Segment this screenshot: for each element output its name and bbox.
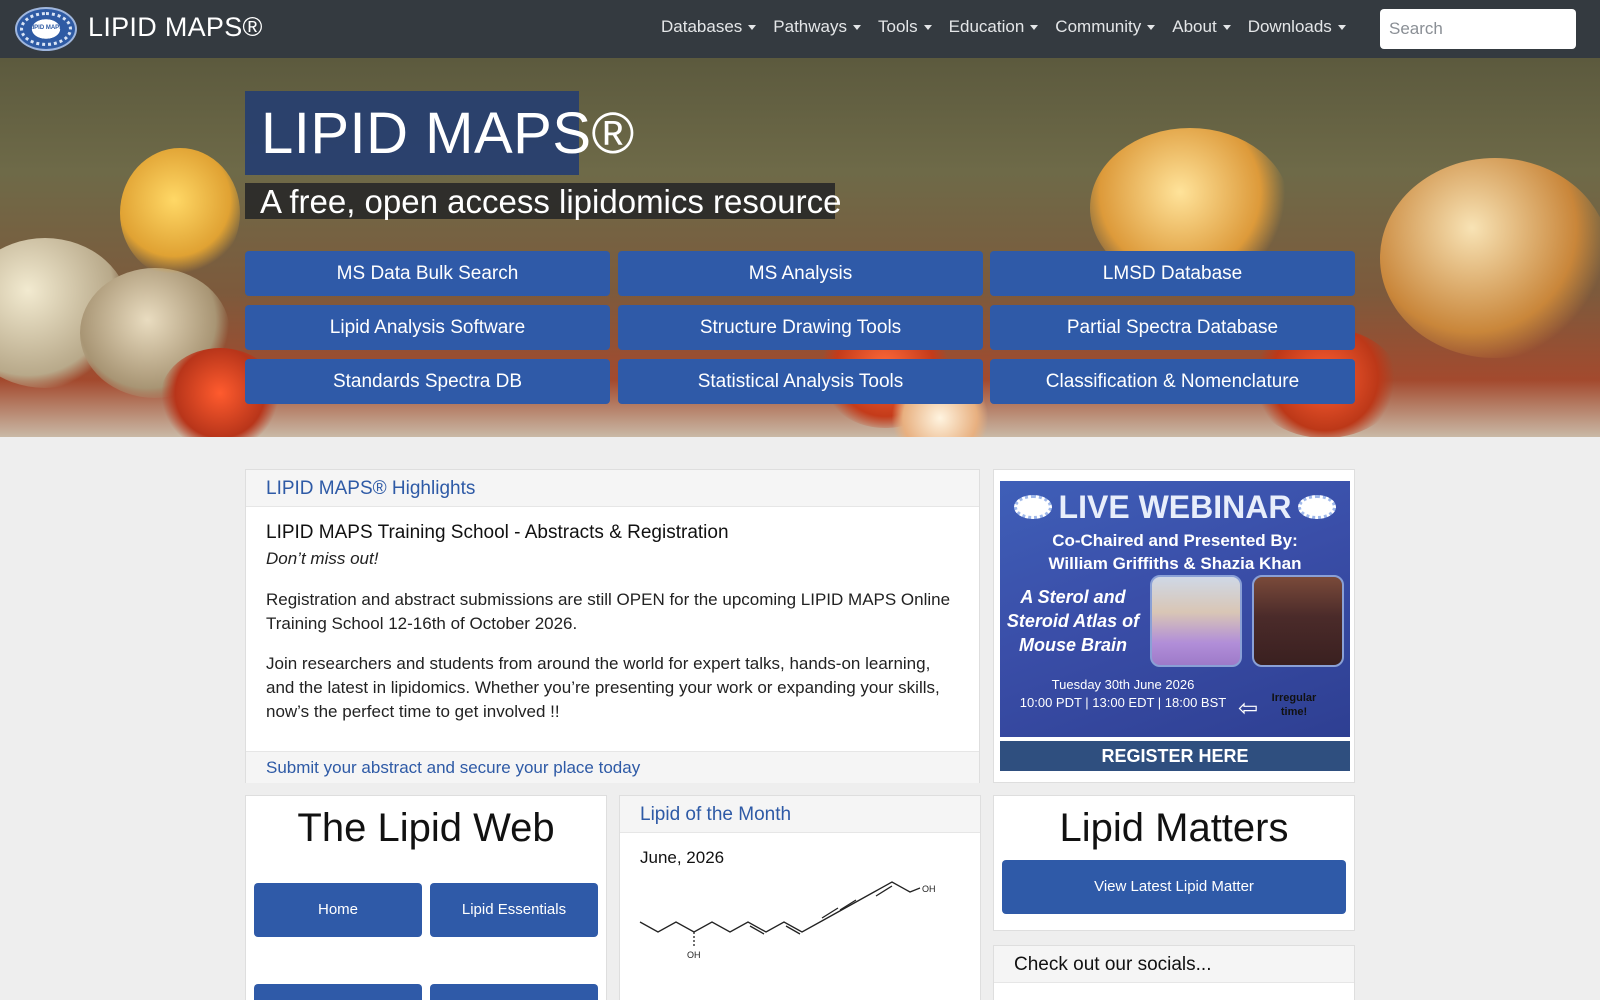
search-input[interactable] xyxy=(1380,9,1576,49)
view-latest-lipid-matter-button[interactable]: View Latest Lipid Matter xyxy=(1002,860,1346,914)
webinar-title: LIVE WEBINAR xyxy=(1058,489,1292,525)
lipid-of-month-date: June, 2026 xyxy=(640,848,725,867)
classification-nomenclature-button[interactable]: Classification & Nomenclature xyxy=(990,359,1355,404)
lipid-web-button[interactable] xyxy=(430,984,598,1000)
webinar-cochair: Co-Chaired and Presented By: William Gri… xyxy=(1000,529,1350,575)
lipid-structure-diagram[interactable]: OH OH xyxy=(638,878,938,968)
highlights-card: LIPID MAPS® Highlights LIPID MAPS Traini… xyxy=(245,469,980,783)
nav-tools-dropdown[interactable]: Tools xyxy=(878,17,932,37)
hero-bg-blob xyxy=(120,148,240,278)
hero-subtitle-box: A free, open access lipidomics resource xyxy=(245,183,841,220)
webinar-times: 10:00 PDT | 13:00 EDT | 18:00 BST xyxy=(1019,695,1227,710)
triple-bond xyxy=(839,899,857,911)
register-here-button[interactable]: REGISTER HERE xyxy=(1000,741,1350,771)
highlight-paragraph: Join researchers and students from aroun… xyxy=(266,654,940,721)
nav-databases-dropdown[interactable]: Databases xyxy=(661,17,757,37)
ms-analysis-button[interactable]: MS Analysis xyxy=(618,251,983,296)
structure-drawing-tools-button[interactable]: Structure Drawing Tools xyxy=(618,305,983,350)
lipid-web-card: The Lipid Web Home Lipid Essentials xyxy=(245,795,607,1000)
submit-abstract-link[interactable]: Submit your abstract and secure your pla… xyxy=(246,751,979,783)
socials-header: Check out our socials... xyxy=(994,946,1354,983)
socials-card: Check out our socials... xyxy=(993,945,1355,1000)
nav-label: Pathways xyxy=(773,17,847,36)
highlight-title: LIPID MAPS Training School - Abstracts &… xyxy=(266,522,729,543)
lipid-essentials-button[interactable]: Lipid Essentials xyxy=(430,883,598,937)
caret-down-icon xyxy=(748,25,757,31)
lipid-web-title: The Lipid Web xyxy=(297,806,555,850)
statistical-analysis-tools-button[interactable]: Statistical Analysis Tools xyxy=(618,359,983,404)
ms-data-bulk-search-button[interactable]: MS Data Bulk Search xyxy=(245,251,610,296)
partial-spectra-database-button[interactable]: Partial Spectra Database xyxy=(990,305,1355,350)
nav-label: Databases xyxy=(661,17,743,36)
top-navbar: LIPID MAPS LIPID MAPS® Databases Pathway… xyxy=(0,0,1600,58)
hero-banner: LIPID MAPS® A free, open access lipidomi… xyxy=(0,58,1600,437)
lipid-web-button[interactable] xyxy=(254,984,422,1000)
lipid-web-home-button[interactable]: Home xyxy=(254,883,422,937)
webinar-presenters: William Griffiths & Shazia Khan xyxy=(1048,554,1302,573)
caret-down-icon xyxy=(852,25,861,31)
caret-down-icon xyxy=(1337,25,1346,31)
lipid-of-the-month-card: Lipid of the Month June, 2026 OH OH xyxy=(619,795,981,1000)
webinar-cochair-line: Co-Chaired and Presented By: xyxy=(1052,531,1298,550)
lmsd-database-button[interactable]: LMSD Database xyxy=(990,251,1355,296)
nav-label: Education xyxy=(948,17,1025,36)
hydroxyl-label: OH xyxy=(687,950,701,960)
webinar-date: Tuesday 30th June 2026 xyxy=(1051,677,1195,692)
lipid-of-month-header: Lipid of the Month xyxy=(620,796,980,833)
nav-education-dropdown[interactable]: Education xyxy=(949,17,1039,37)
nav-downloads-dropdown[interactable]: Downloads xyxy=(1248,17,1346,37)
webinar-topic: A Sterol and Steroid Atlas of Mouse Brai… xyxy=(1006,587,1140,655)
nav-label: Downloads xyxy=(1247,17,1332,36)
nav-about-dropdown[interactable]: About xyxy=(1172,17,1231,37)
lipid-matters-title: Lipid Matters xyxy=(1059,806,1289,850)
caret-down-icon xyxy=(1222,25,1231,31)
lipid-analysis-software-button[interactable]: Lipid Analysis Software xyxy=(245,305,610,350)
caret-down-icon xyxy=(923,25,932,31)
irregular-time-note: Irregular time! xyxy=(1271,692,1317,718)
highlight-paragraph: Registration and abstract submissions ar… xyxy=(266,590,951,633)
lipid-matters-card: Lipid Matters View Latest Lipid Matter xyxy=(993,795,1355,931)
nav-label: About xyxy=(1172,17,1217,36)
nav-pathways-dropdown[interactable]: Pathways xyxy=(773,17,861,37)
caret-down-icon xyxy=(1030,25,1039,31)
lipid-maps-logo-icon[interactable]: LIPID MAPS xyxy=(15,7,77,51)
hero-title: LIPID MAPS® xyxy=(261,101,635,166)
standards-spectra-db-button[interactable]: Standards Spectra DB xyxy=(245,359,610,404)
hero-subtitle: A free, open access lipidomics resource xyxy=(260,183,842,220)
hero-title-box: LIPID MAPS® xyxy=(245,91,634,175)
highlight-tagline: Don’t miss out! xyxy=(266,549,379,568)
carbon-chain xyxy=(639,881,921,933)
hydroxyl-label: OH xyxy=(922,884,936,894)
webinar-banner[interactable]: LIVE WEBINAR Co-Chaired and Presented By… xyxy=(1000,481,1350,737)
brand-name[interactable]: LIPID MAPS® xyxy=(88,12,263,43)
logo-text: LIPID MAPS xyxy=(28,25,64,31)
nav-label: Community xyxy=(1055,17,1142,36)
arrow-left-icon: ⇦ xyxy=(1238,695,1259,722)
hero-bg-blob xyxy=(1380,158,1600,358)
nav-label: Tools xyxy=(877,17,918,36)
nav-menu: Databases Pathways Tools Education Commu… xyxy=(661,17,1363,37)
caret-down-icon xyxy=(1147,25,1156,31)
double-bond xyxy=(875,885,893,897)
nav-community-dropdown[interactable]: Community xyxy=(1055,17,1156,37)
webinar-card: LIVE WEBINAR Co-Chaired and Presented By… xyxy=(993,469,1355,783)
highlights-header: LIPID MAPS® Highlights xyxy=(246,470,979,507)
presenter-photo xyxy=(1252,575,1344,667)
presenter-photo xyxy=(1150,575,1242,667)
